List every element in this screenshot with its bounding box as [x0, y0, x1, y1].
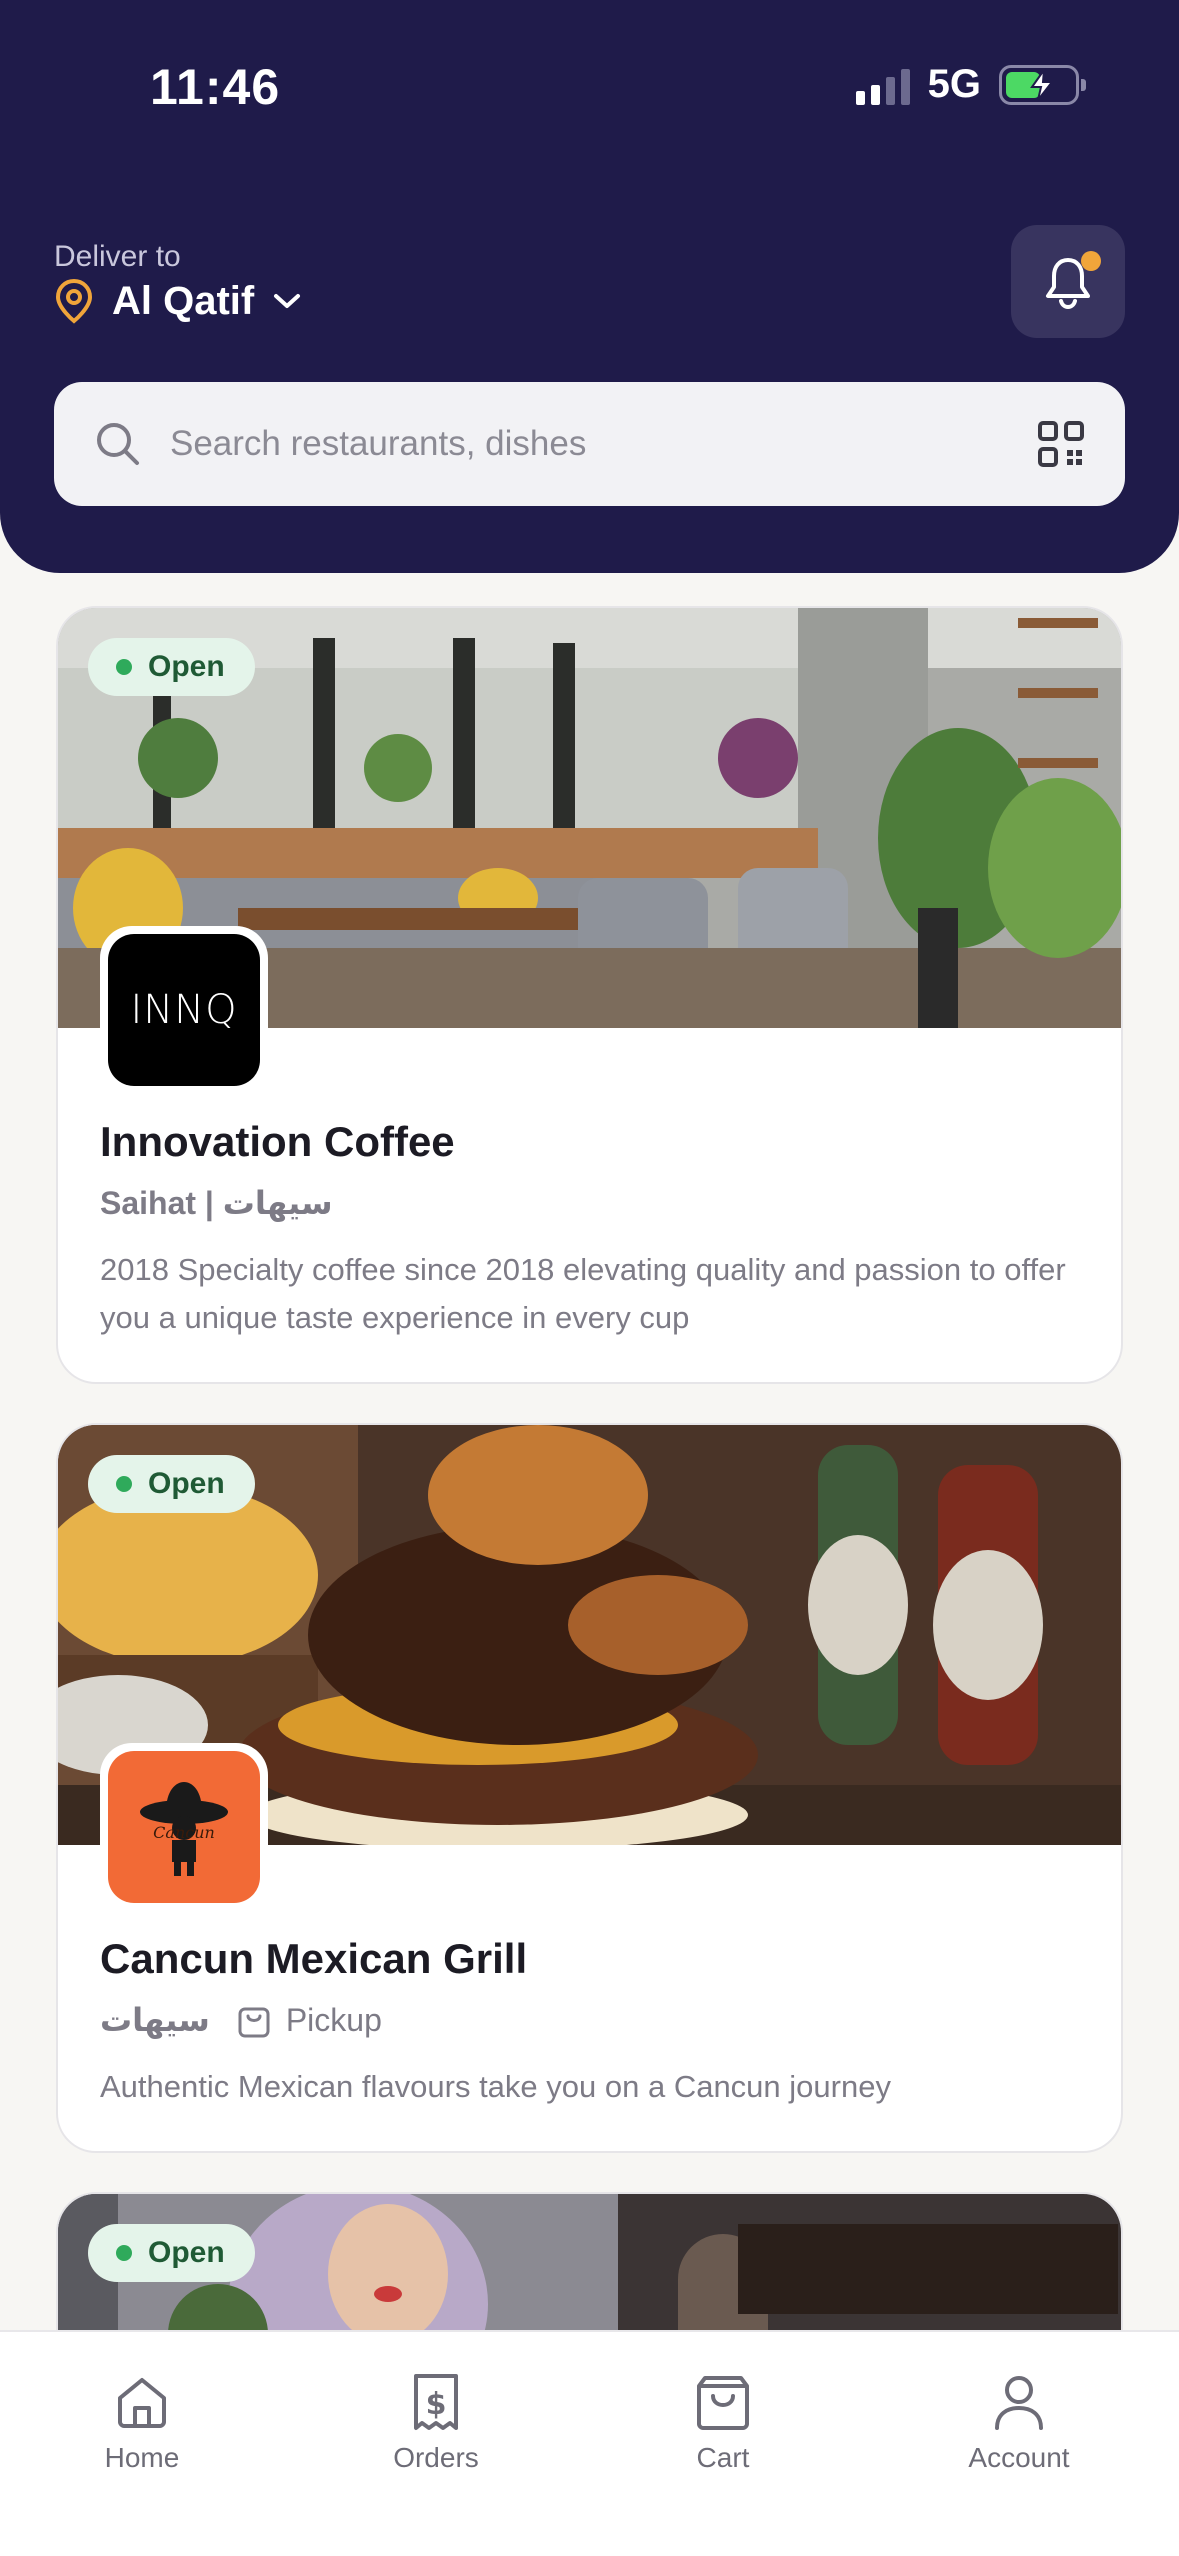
service-type: Pickup — [285, 2001, 382, 2038]
nav-home[interactable]: Home — [42, 2372, 242, 2474]
user-icon — [995, 2376, 1043, 2430]
restaurant-location: Saihat | سيهات — [100, 1185, 333, 1221]
status-indicators: 5G — [855, 62, 1086, 107]
restaurant-logo: Cancun — [100, 1743, 268, 1911]
bag-icon — [697, 2376, 749, 2430]
restaurant-card[interactable]: Open Cancun Cancun Mexican Grill سيهات P… — [56, 1423, 1123, 2153]
restaurant-card[interactable]: Open INNQ Innovation Coffee Saihat | سيه… — [56, 606, 1123, 1384]
nav-cart[interactable]: Cart — [623, 2372, 823, 2474]
nav-orders[interactable]: $ Orders — [336, 2372, 536, 2474]
status-time: 11:46 — [150, 59, 281, 115]
deliver-to-label: Deliver to — [54, 240, 181, 273]
receipt-icon: $ — [414, 2374, 458, 2430]
restaurant-description: 2018 Specialty coffee since 2018 elevati… — [100, 1252, 1066, 1335]
search-icon — [97, 423, 139, 465]
open-status-badge: Open — [88, 2224, 255, 2282]
nav-label: Cart — [696, 2442, 750, 2473]
status-dot — [116, 659, 132, 675]
location-selector[interactable]: Al Qatif — [54, 278, 302, 324]
nav-account[interactable]: Account — [919, 2372, 1119, 2474]
open-status-badge: Open — [88, 1455, 255, 1513]
chevron-down-icon — [274, 294, 301, 308]
restaurant-location: سيهات — [100, 2002, 210, 2038]
network-type: 5G — [927, 62, 981, 106]
nav-label: Home — [104, 2442, 180, 2473]
search-input[interactable]: Search restaurants, dishes — [170, 424, 1037, 464]
location-pin-icon — [55, 278, 93, 324]
nav-label: Account — [968, 2442, 1070, 2473]
open-status-badge: Open — [88, 638, 255, 696]
location-name: Al Qatif — [112, 278, 255, 323]
status-dot — [116, 1476, 132, 1492]
status-dot — [116, 2245, 132, 2261]
pickup-bag-icon — [238, 2007, 270, 2038]
restaurant-description: Authentic Mexican flavours take you on a… — [100, 2069, 891, 2104]
bottom-navigation: Home $ Orders Cart Account — [0, 2330, 1179, 2556]
restaurant-name: Innovation Coffee — [100, 1118, 455, 1165]
logo-text: INNQ — [130, 987, 238, 1033]
header: 11:46 5G Deliver to Al Qatif Search rest… — [0, 0, 1179, 573]
nav-label: Orders — [393, 2442, 479, 2473]
restaurant-name: Cancun Mexican Grill — [100, 1935, 528, 1982]
svg-text:$: $ — [426, 2387, 447, 2422]
signal-icon — [855, 65, 910, 105]
search-bar[interactable]: Search restaurants, dishes — [54, 382, 1125, 506]
logo-text: Cancun — [153, 1823, 215, 1842]
restaurant-logo: INNQ — [100, 926, 268, 1094]
qr-code-icon[interactable] — [1037, 420, 1085, 468]
battery-icon — [999, 64, 1086, 105]
home-icon — [118, 2378, 166, 2428]
notifications-button[interactable] — [1011, 225, 1125, 338]
notification-dot — [1081, 251, 1101, 271]
restaurant-meta: سيهات Pickup — [100, 2001, 1079, 2039]
